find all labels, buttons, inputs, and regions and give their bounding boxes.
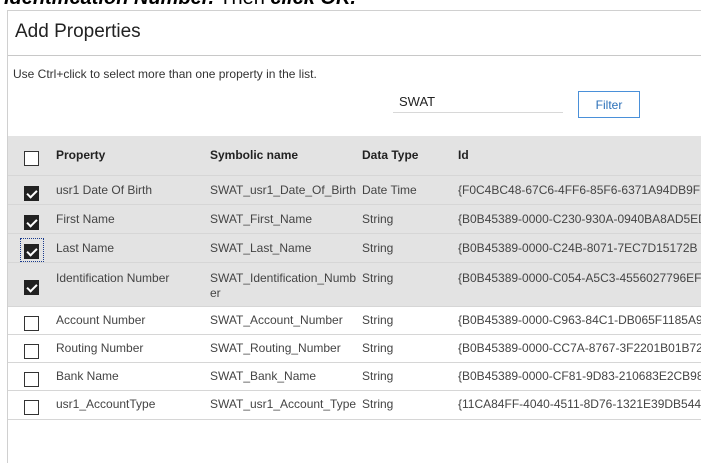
row-checkbox[interactable] bbox=[24, 280, 39, 295]
select-all-checkbox[interactable] bbox=[24, 151, 39, 166]
id-cell: {B0B45389-0000-C230-930A-0940BA8AD5ED bbox=[458, 212, 701, 226]
id-cell: {B0B45389-0000-C963-84C1-DB065F1185A9 bbox=[458, 313, 701, 327]
property-cell: Routing Number bbox=[56, 341, 144, 355]
row-checkbox[interactable] bbox=[24, 186, 39, 201]
id-cell: {11CA84FF-4040-4511-8D76-1321E39DB544 bbox=[458, 397, 701, 411]
column-header-id[interactable]: Id bbox=[458, 148, 701, 163]
id-cell: {B0B45389-0000-CF81-9D83-210683E2CB98 bbox=[458, 369, 701, 383]
table-row[interactable]: Bank Name SWAT_Bank_Name String {B0B4538… bbox=[8, 363, 701, 391]
caption-highlight: Identification Number. bbox=[4, 0, 214, 9]
id-cell: {B0B45389-0000-CC7A-8767-3F2201B01B72 bbox=[458, 341, 701, 355]
id-cell: {B0B45389-0000-C054-A5C3-4556027796EF bbox=[458, 271, 701, 285]
data-type-cell: String bbox=[362, 341, 394, 355]
symbolic-name-cell: SWAT_Identification_Number bbox=[210, 271, 357, 300]
row-checkbox[interactable] bbox=[24, 400, 39, 415]
property-cell: usr1_AccountType bbox=[56, 397, 156, 411]
row-checkbox[interactable] bbox=[24, 372, 39, 387]
property-cell: Account Number bbox=[56, 313, 146, 327]
title-divider bbox=[8, 55, 701, 56]
table-row[interactable]: Last Name SWAT_Last_Name String {B0B4538… bbox=[8, 234, 701, 263]
row-checkbox[interactable] bbox=[24, 344, 39, 359]
column-header-data-type[interactable]: Data Type bbox=[362, 148, 452, 163]
selection-instructions: Use Ctrl+click to select more than one p… bbox=[13, 67, 317, 81]
data-type-cell: String bbox=[362, 271, 394, 285]
symbolic-name-cell: SWAT_usr1_Date_Of_Birth bbox=[210, 183, 357, 197]
data-type-cell: Date Time bbox=[362, 183, 417, 197]
table-row[interactable]: Routing Number SWAT_Routing_Number Strin… bbox=[8, 335, 701, 363]
instruction-caption: Identification Number. Then click OK. bbox=[4, 0, 356, 10]
table-row[interactable]: Account Number SWAT_Account_Number Strin… bbox=[8, 307, 701, 335]
filter-button[interactable]: Filter bbox=[578, 91, 640, 118]
property-cell: usr1 Date Of Birth bbox=[56, 183, 153, 197]
data-type-cell: String bbox=[362, 313, 394, 327]
property-cell: Identification Number bbox=[56, 271, 170, 285]
table-row[interactable]: usr1 Date Of Birth SWAT_usr1_Date_Of_Bir… bbox=[8, 176, 701, 205]
symbolic-name-cell: SWAT_usr1_Account_Type bbox=[210, 397, 357, 411]
dialog-title: Add Properties bbox=[15, 21, 141, 42]
property-cell: First Name bbox=[56, 212, 115, 226]
column-header-property[interactable]: Property bbox=[56, 148, 201, 163]
id-cell: {F0C4BC48-67C6-4FF6-85F6-6371A94DB9FE bbox=[458, 183, 701, 197]
symbolic-name-cell: SWAT_Bank_Name bbox=[210, 369, 317, 383]
column-header-symbolic-name[interactable]: Symbolic name bbox=[210, 148, 358, 163]
symbolic-name-cell: SWAT_First_Name bbox=[210, 212, 313, 226]
property-cell: Last Name bbox=[56, 241, 115, 255]
symbolic-name-cell: SWAT_Last_Name bbox=[210, 241, 312, 255]
symbolic-name-cell: SWAT_Account_Number bbox=[210, 313, 343, 327]
table-row[interactable]: usr1_AccountType SWAT_usr1_Account_Type … bbox=[8, 391, 701, 420]
caption-connector: Then bbox=[214, 0, 270, 9]
row-checkbox[interactable] bbox=[24, 244, 39, 259]
property-cell: Bank Name bbox=[56, 369, 119, 383]
table-header-row: Property Symbolic name Data Type Id bbox=[8, 136, 701, 176]
data-type-cell: String bbox=[362, 369, 394, 383]
symbolic-name-cell: SWAT_Routing_Number bbox=[210, 341, 341, 355]
property-search-input[interactable] bbox=[393, 91, 563, 113]
table-row[interactable]: First Name SWAT_First_Name String {B0B45… bbox=[8, 205, 701, 234]
data-type-cell: String bbox=[362, 212, 394, 226]
add-properties-dialog: Add Properties Use Ctrl+click to select … bbox=[7, 10, 701, 463]
data-type-cell: String bbox=[362, 397, 394, 411]
id-cell: {B0B45389-0000-C24B-8071-7EC7D15172B bbox=[458, 241, 698, 255]
caption-action: click OK. bbox=[270, 0, 356, 9]
row-checkbox[interactable] bbox=[24, 316, 39, 331]
table-row[interactable]: Identification Number SWAT_Identificatio… bbox=[8, 263, 701, 307]
data-type-cell: String bbox=[362, 241, 394, 255]
row-checkbox[interactable] bbox=[24, 215, 39, 230]
